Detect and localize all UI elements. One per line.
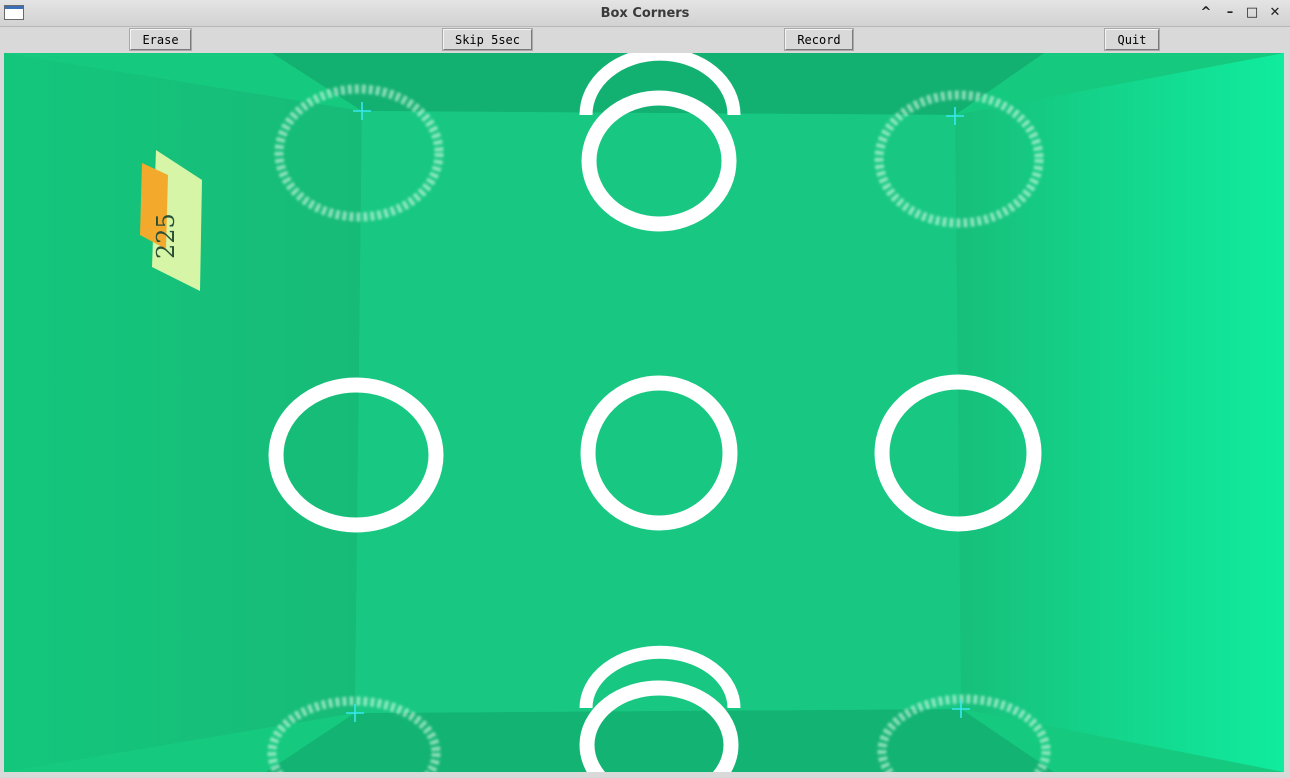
box-floor xyxy=(355,111,961,713)
window-bottom-border xyxy=(0,772,1290,778)
bottom-wall xyxy=(266,709,1054,772)
quit-button[interactable]: Quit xyxy=(1105,29,1159,50)
top-wall xyxy=(272,53,1044,115)
tag-label: 225 xyxy=(152,213,180,259)
erase-button[interactable]: Erase xyxy=(130,29,191,50)
record-button[interactable]: Record xyxy=(785,29,853,50)
left-wall xyxy=(4,53,362,772)
right-wall xyxy=(955,53,1284,772)
maximize-icon[interactable]: □ xyxy=(1242,4,1262,22)
close-icon[interactable]: ✕ xyxy=(1265,4,1285,22)
camera-frame[interactable]: 225 xyxy=(4,53,1284,772)
title-bar: Box Corners ^ – □ ✕ xyxy=(0,0,1290,27)
window-title: Box Corners xyxy=(600,6,690,21)
minimize-icon[interactable]: – xyxy=(1220,4,1240,22)
toolbar: Erase Skip 5sec Record Quit xyxy=(4,27,1284,53)
shade-icon[interactable]: ^ xyxy=(1196,4,1216,22)
skip-5sec-button[interactable]: Skip 5sec xyxy=(443,29,532,50)
camera-view[interactable]: 225 xyxy=(4,53,1284,772)
